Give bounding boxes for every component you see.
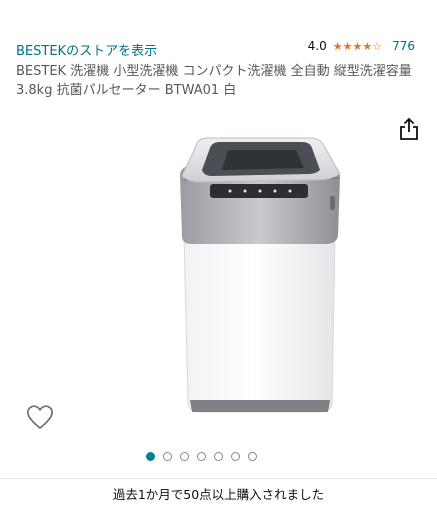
divider	[0, 478, 437, 479]
visit-store-link[interactable]: BESTEKのストアを表示	[16, 40, 157, 59]
rating-summary[interactable]: 4.0 ★ ★ ★ ★ ☆ 776	[308, 39, 415, 53]
star-rating: ★ ★ ★ ★ ☆	[333, 41, 382, 52]
star-full-icon: ★	[332, 39, 343, 53]
carousel-dot[interactable]	[231, 452, 240, 461]
carousel-dot[interactable]	[197, 452, 206, 461]
rating-count[interactable]: 776	[392, 39, 415, 53]
star-empty-icon: ☆	[372, 39, 383, 53]
star-full-icon: ★	[342, 39, 353, 53]
heart-icon[interactable]	[26, 404, 54, 430]
star-full-icon: ★	[352, 39, 363, 53]
carousel-dot-active[interactable]	[146, 452, 155, 461]
star-full-icon: ★	[362, 39, 373, 53]
carousel-dot[interactable]	[180, 452, 189, 461]
carousel-dot[interactable]	[163, 452, 172, 461]
product-title: BESTEK 洗濯機 小型洗濯機 コンパクト洗濯機 全自動 縦型洗濯容量 3.8…	[16, 64, 412, 98]
carousel-dot[interactable]	[248, 452, 257, 461]
carousel-dot[interactable]	[214, 452, 223, 461]
purchase-count-note: 過去1か月で50点以上購入されました	[112, 487, 325, 502]
store-row: BESTEKのストアを表示 4.0 ★ ★ ★ ★ ☆ 776	[16, 39, 427, 59]
rating-value: 4.0	[307, 39, 327, 53]
carousel-indicator	[146, 452, 257, 461]
washing-machine-image	[180, 137, 341, 413]
share-icon[interactable]	[399, 117, 419, 141]
